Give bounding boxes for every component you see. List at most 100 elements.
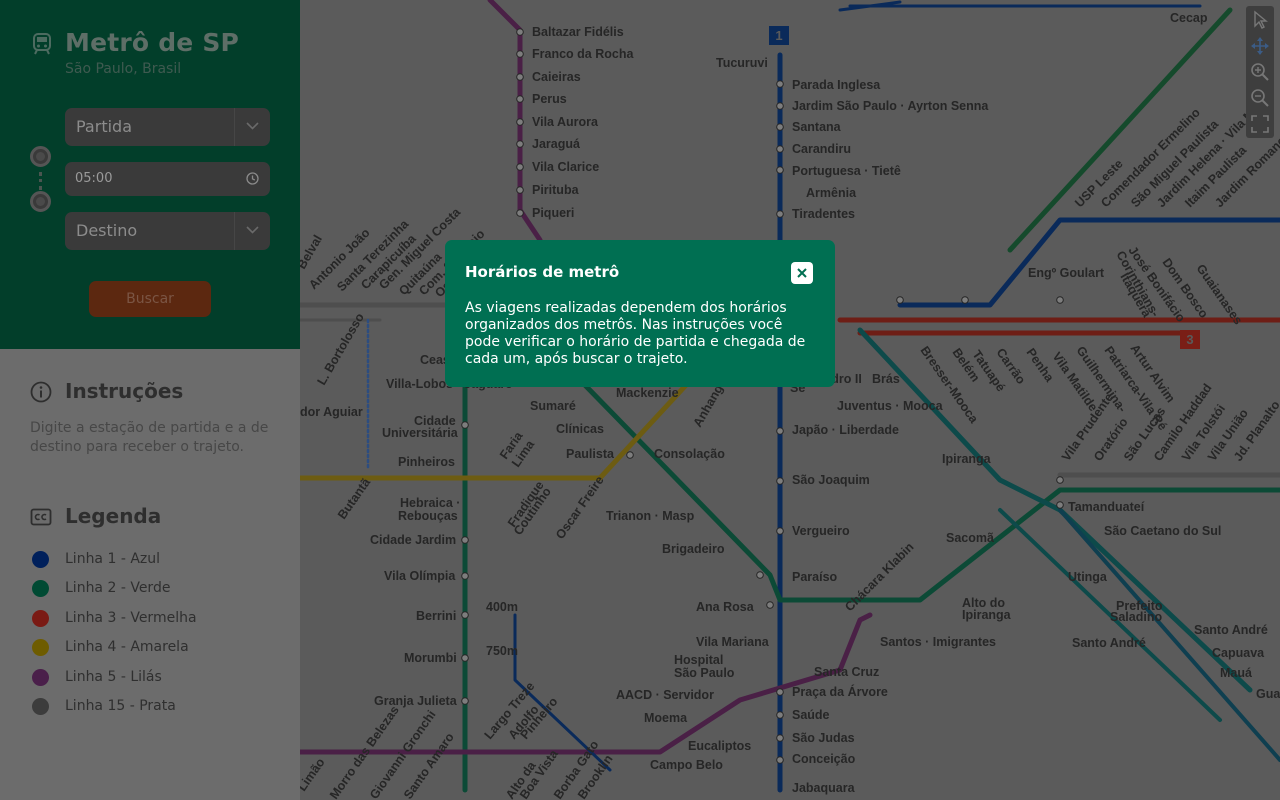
station-label[interactable]: Granja Julieta	[374, 694, 458, 708]
station-label[interactable]: AACD · Servidor	[616, 688, 714, 702]
station-dot[interactable]	[961, 296, 969, 304]
station-label[interactable]: Butantã	[335, 476, 373, 522]
station-label[interactable]: Saúde	[792, 708, 830, 722]
metro-map[interactable]: Baltazar Fidélis Franco da Rocha Caieiras P…	[300, 0, 1280, 800]
station-dot[interactable]	[1056, 501, 1064, 509]
station-dot[interactable]	[766, 601, 774, 609]
station-label[interactable]: Franco da Rocha	[532, 47, 634, 61]
station-dot[interactable]	[776, 688, 784, 696]
station-label[interactable]: São Judas	[792, 731, 855, 745]
station-dot[interactable]	[516, 73, 524, 81]
station-label[interactable]: Campo Belo	[650, 758, 723, 772]
station-dot[interactable]	[776, 210, 784, 218]
station-label[interactable]: Tucuruvi	[716, 56, 768, 70]
station-dot[interactable]	[896, 296, 904, 304]
station-dot[interactable]	[776, 734, 784, 742]
station-label[interactable]: Universitária	[382, 426, 459, 440]
station-dot[interactable]	[776, 166, 784, 174]
station-label[interactable]: Ipiranga	[962, 608, 1012, 622]
station-label[interactable]: Pinheiros	[398, 455, 455, 469]
station-label[interactable]: Ipiranga	[942, 452, 992, 466]
station-dot[interactable]	[461, 421, 469, 429]
station-label[interactable]: Hospital	[674, 653, 723, 667]
station-label[interactable]: Vila Olímpia	[384, 569, 456, 583]
destination-select[interactable]: Destino	[65, 212, 270, 250]
station-dot[interactable]	[516, 186, 524, 194]
station-label[interactable]: Morumbi	[404, 651, 457, 665]
station-dot[interactable]	[516, 95, 524, 103]
close-button[interactable]	[791, 262, 813, 284]
station-label[interactable]: Chácara Klabin	[842, 540, 916, 614]
station-dot[interactable]	[626, 451, 634, 459]
station-label[interactable]: Vergueiro	[792, 524, 850, 538]
departure-time-input[interactable]: 05:00	[65, 162, 270, 196]
station-label[interactable]: Sumaré	[530, 399, 576, 413]
station-label[interactable]: Perus	[532, 92, 567, 106]
station-dot[interactable]	[776, 102, 784, 110]
station-dot[interactable]	[776, 123, 784, 131]
station-label[interactable]: dor Aguiar	[300, 405, 363, 419]
station-label[interactable]: Engº Goulart	[1028, 266, 1105, 280]
search-button[interactable]: Buscar	[89, 281, 211, 317]
station-dot[interactable]	[461, 654, 469, 662]
station-dot[interactable]	[516, 140, 524, 148]
station-dot[interactable]	[461, 611, 469, 619]
station-label[interactable]: Pirituba	[532, 183, 580, 197]
station-label[interactable]: Paulista	[566, 447, 615, 461]
station-label[interactable]: Santa Cruz	[814, 665, 879, 679]
station-dot[interactable]	[776, 145, 784, 153]
station-label[interactable]: Paraíso	[792, 570, 838, 584]
station-dot[interactable]	[461, 572, 469, 580]
fullscreen-icon[interactable]	[1250, 114, 1270, 134]
station-label[interactable]: L. Bortolosso	[314, 310, 367, 387]
chevron-down-icon[interactable]	[234, 212, 270, 250]
station-label[interactable]: Rebouças	[398, 509, 458, 523]
station-label[interactable]: Parada Inglesa	[792, 78, 881, 92]
station-label[interactable]: Santo André	[1072, 636, 1146, 650]
station-dot[interactable]	[776, 527, 784, 535]
zoom-out-icon[interactable]	[1250, 88, 1270, 108]
station-label[interactable]: Jaraguá	[532, 137, 580, 151]
station-label[interactable]: Penha	[1024, 346, 1058, 386]
station-label[interactable]: Jabaquara	[792, 781, 856, 795]
station-label[interactable]: São Caetano do Sul	[1104, 524, 1221, 538]
close-icon[interactable]	[797, 268, 807, 278]
station-label[interactable]: Tamanduateí	[1068, 500, 1145, 514]
station-dot[interactable]	[1056, 476, 1064, 484]
chevron-down-icon[interactable]	[234, 108, 270, 146]
station-dot[interactable]	[776, 80, 784, 88]
station-label[interactable]: Brás	[872, 372, 900, 386]
station-dot[interactable]	[756, 571, 764, 579]
station-label[interactable]: Belval	[300, 233, 325, 272]
move-icon[interactable]	[1250, 36, 1270, 56]
station-label[interactable]: Jardim São Paulo · Ayrton Senna	[792, 99, 989, 113]
station-label[interactable]: Berrini	[416, 609, 456, 623]
station-dot[interactable]	[776, 711, 784, 719]
station-dot[interactable]	[516, 28, 524, 36]
station-label[interactable]: Oscar Freire	[553, 473, 607, 541]
station-label[interactable]: Cidade Jardim	[370, 533, 456, 547]
clock-icon[interactable]	[246, 172, 259, 185]
station-label[interactable]: Gua	[1256, 687, 1280, 701]
station-label[interactable]: São Paulo	[674, 666, 735, 680]
station-dot[interactable]	[776, 427, 784, 435]
station-label[interactable]: Ana Rosa	[696, 600, 755, 614]
station-label[interactable]: Vila Aurora	[532, 115, 599, 129]
station-dot[interactable]	[516, 118, 524, 126]
station-dot[interactable]	[776, 756, 784, 764]
station-label[interactable]: Conceição	[792, 752, 856, 766]
station-dot[interactable]	[516, 209, 524, 217]
station-label[interactable]: São Joaquim	[792, 473, 870, 487]
station-label[interactable]: Trianon · Masp	[606, 509, 695, 523]
station-label[interactable]: Utinga	[1068, 570, 1108, 584]
station-label[interactable]: Consolação	[654, 447, 725, 461]
station-label[interactable]: Vila Mariana	[696, 635, 770, 649]
station-label[interactable]: Limão	[300, 755, 328, 793]
station-label[interactable]: Brigadeiro	[662, 542, 725, 556]
station-label[interactable]: Hebraica ·	[400, 496, 460, 510]
pointer-icon[interactable]	[1250, 10, 1270, 30]
station-label[interactable]: Clínicas	[556, 422, 604, 436]
station-label[interactable]: Mauá	[1220, 666, 1252, 680]
station-label[interactable]: Eucaliptos	[688, 739, 751, 753]
station-label[interactable]: Piqueri	[532, 206, 574, 220]
